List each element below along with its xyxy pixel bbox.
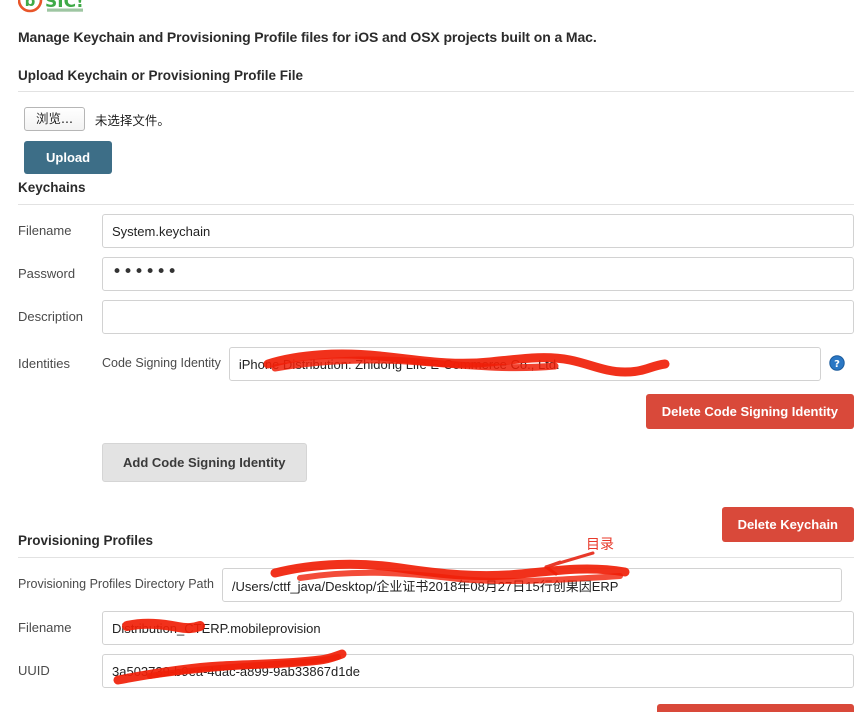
site-logo[interactable]: b SIC! <box>18 0 138 13</box>
browse-button[interactable]: 浏览... <box>24 107 85 131</box>
logo-graphic: b SIC! <box>18 0 84 13</box>
code-signing-identity-label: Code Signing Identity <box>102 356 221 370</box>
identities-row: Identities Code Signing Identity ? <box>18 347 854 381</box>
help-circle-icon[interactable]: ? <box>829 355 845 371</box>
provisioning-profiles-section: Provisioning Profiles Provisioning Profi… <box>18 533 854 712</box>
delete-provisioning-profile-button[interactable]: Delete Provisioning Profile <box>656 704 854 712</box>
keychain-filename-row: Filename <box>18 214 854 248</box>
keychains-section: Keychains Filename Password •••••• Descr… <box>18 180 854 542</box>
profile-filename-input[interactable] <box>102 611 854 645</box>
keychain-password-input[interactable]: •••••• <box>102 257 854 291</box>
keychain-password-row: Password •••••• <box>18 257 854 291</box>
profile-uuid-row: UUID <box>18 654 854 688</box>
upload-button[interactable]: Upload <box>24 141 113 174</box>
keychains-divider <box>18 204 854 205</box>
upload-section-title: Upload Keychain or Provisioning Profile … <box>18 68 304 83</box>
profiles-divider <box>18 557 854 558</box>
add-code-signing-identity-button[interactable]: Add Code Signing Identity <box>102 443 307 482</box>
upload-divider <box>18 91 854 92</box>
delete-profile-row: Delete Provisioning Profile <box>18 704 854 712</box>
profiles-directory-row: Provisioning Profiles Directory Path <box>18 568 854 602</box>
keychains-section-title: Keychains <box>18 180 86 195</box>
profile-uuid-input[interactable] <box>102 654 854 688</box>
file-picker-row: 浏览... 未选择文件。 <box>24 107 854 131</box>
profiles-directory-label: Provisioning Profiles Directory Path <box>18 577 214 591</box>
svg-text:b: b <box>25 0 36 10</box>
keychain-management-page: b SIC! Manage Keychain and Provisioning … <box>0 0 854 712</box>
upload-section: Upload Keychain or Provisioning Profile … <box>18 68 854 174</box>
keychain-filename-label: Filename <box>18 223 72 238</box>
keychain-description-input[interactable] <box>102 300 854 334</box>
profile-uuid-label: UUID <box>18 663 50 678</box>
keychain-description-label: Description <box>18 309 84 324</box>
add-identity-row: Add Code Signing Identity <box>102 443 854 482</box>
page-subtitle: Manage Keychain and Provisioning Profile… <box>18 29 597 45</box>
keychain-password-label: Password <box>18 266 76 281</box>
svg-text:?: ? <box>834 359 840 370</box>
code-signing-identity-input[interactable] <box>228 347 821 381</box>
directory-annotation-note: 目录 <box>586 537 614 553</box>
profiles-directory-input[interactable] <box>221 568 842 602</box>
profile-filename-row: Filename <box>18 611 854 645</box>
profile-filename-label: Filename <box>18 620 72 635</box>
keychain-filename-input[interactable] <box>102 214 854 248</box>
delete-code-signing-identity-button[interactable]: Delete Code Signing Identity <box>645 394 854 429</box>
keychain-description-row: Description <box>18 300 854 334</box>
file-selection-status: 未选择文件。 <box>94 112 170 128</box>
delete-identity-row: Delete Code Signing Identity <box>18 394 854 429</box>
provisioning-profiles-title: Provisioning Profiles <box>18 533 154 548</box>
identities-label: Identities <box>18 356 71 371</box>
